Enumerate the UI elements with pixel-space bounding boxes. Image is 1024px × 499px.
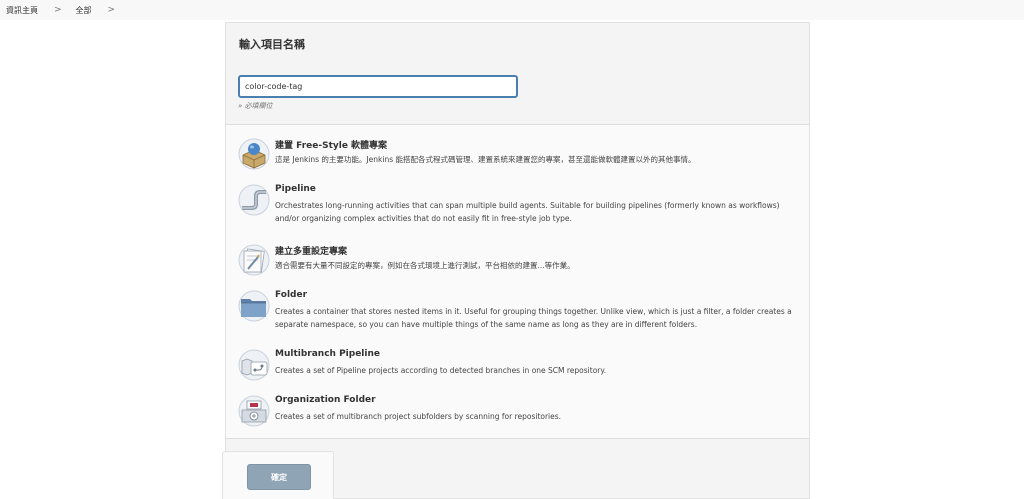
job-type-pipeline[interactable]: Pipeline Orchestrates long-running activ…	[238, 184, 798, 229]
job-type-list: 建置 Free-Style 軟體專案 這是 Jenkins 的主要功能。Jenk…	[226, 125, 809, 438]
chevron-right-icon[interactable]: >	[108, 5, 116, 15]
folder-icon	[238, 290, 270, 322]
job-type-freestyle[interactable]: 建置 Free-Style 軟體專案 這是 Jenkins 的主要功能。Jenk…	[238, 138, 798, 172]
ok-button[interactable]: 確定	[247, 464, 311, 490]
breadcrumb: 資訊主頁 > 全部 >	[0, 0, 1024, 20]
page-title: 輸入項目名稱	[239, 38, 305, 51]
pipeline-icon	[238, 184, 270, 216]
job-type-multibranch-pipeline[interactable]: Multibranch Pipeline Creates a set of Pi…	[238, 349, 798, 383]
item-name-input[interactable]	[238, 75, 518, 98]
job-type-title: Multibranch Pipeline	[275, 349, 380, 359]
required-field-note: » 必填欄位	[238, 102, 273, 110]
job-type-organization-folder[interactable]: Organization Folder Creates a set of mul…	[238, 395, 798, 429]
job-type-description: Orchestrates long-running activities tha…	[275, 201, 780, 223]
job-type-title: 建置 Free-Style 軟體專案	[275, 141, 388, 151]
multibranch-pipeline-icon	[238, 349, 270, 381]
job-type-multi-config[interactable]: 建立多重設定專案 適合需要有大量不同設定的專案，例如在各式環境上進行測試，平台相…	[238, 244, 798, 278]
job-type-title: Pipeline	[275, 184, 316, 194]
job-type-description: Creates a set of Pipeline projects accor…	[275, 366, 607, 375]
job-type-folder[interactable]: Folder Creates a container that stores n…	[238, 290, 798, 335]
job-type-title: 建立多重設定專案	[275, 247, 348, 257]
breadcrumb-all-link[interactable]: 全部	[76, 5, 92, 16]
breadcrumb-home-link[interactable]: 資訊主頁	[6, 5, 38, 16]
job-type-description: 這是 Jenkins 的主要功能。Jenkins 能搭配各式程式碼管理、建置系統…	[275, 155, 696, 164]
chevron-right-icon[interactable]: >	[54, 5, 62, 15]
job-type-title: Folder	[275, 290, 308, 300]
divider	[226, 438, 809, 439]
job-type-description: Creates a set of multibranch project sub…	[275, 412, 562, 421]
job-type-description: 適合需要有大量不同設定的專案，例如在各式環境上進行測試，平台相依的建置...等作…	[275, 261, 575, 270]
freestyle-package-icon	[238, 138, 270, 170]
multi-config-icon	[238, 244, 270, 276]
job-type-description: Creates a container that stores nested i…	[275, 307, 792, 329]
organization-folder-icon	[238, 395, 270, 427]
job-type-title: Organization Folder	[275, 395, 376, 405]
